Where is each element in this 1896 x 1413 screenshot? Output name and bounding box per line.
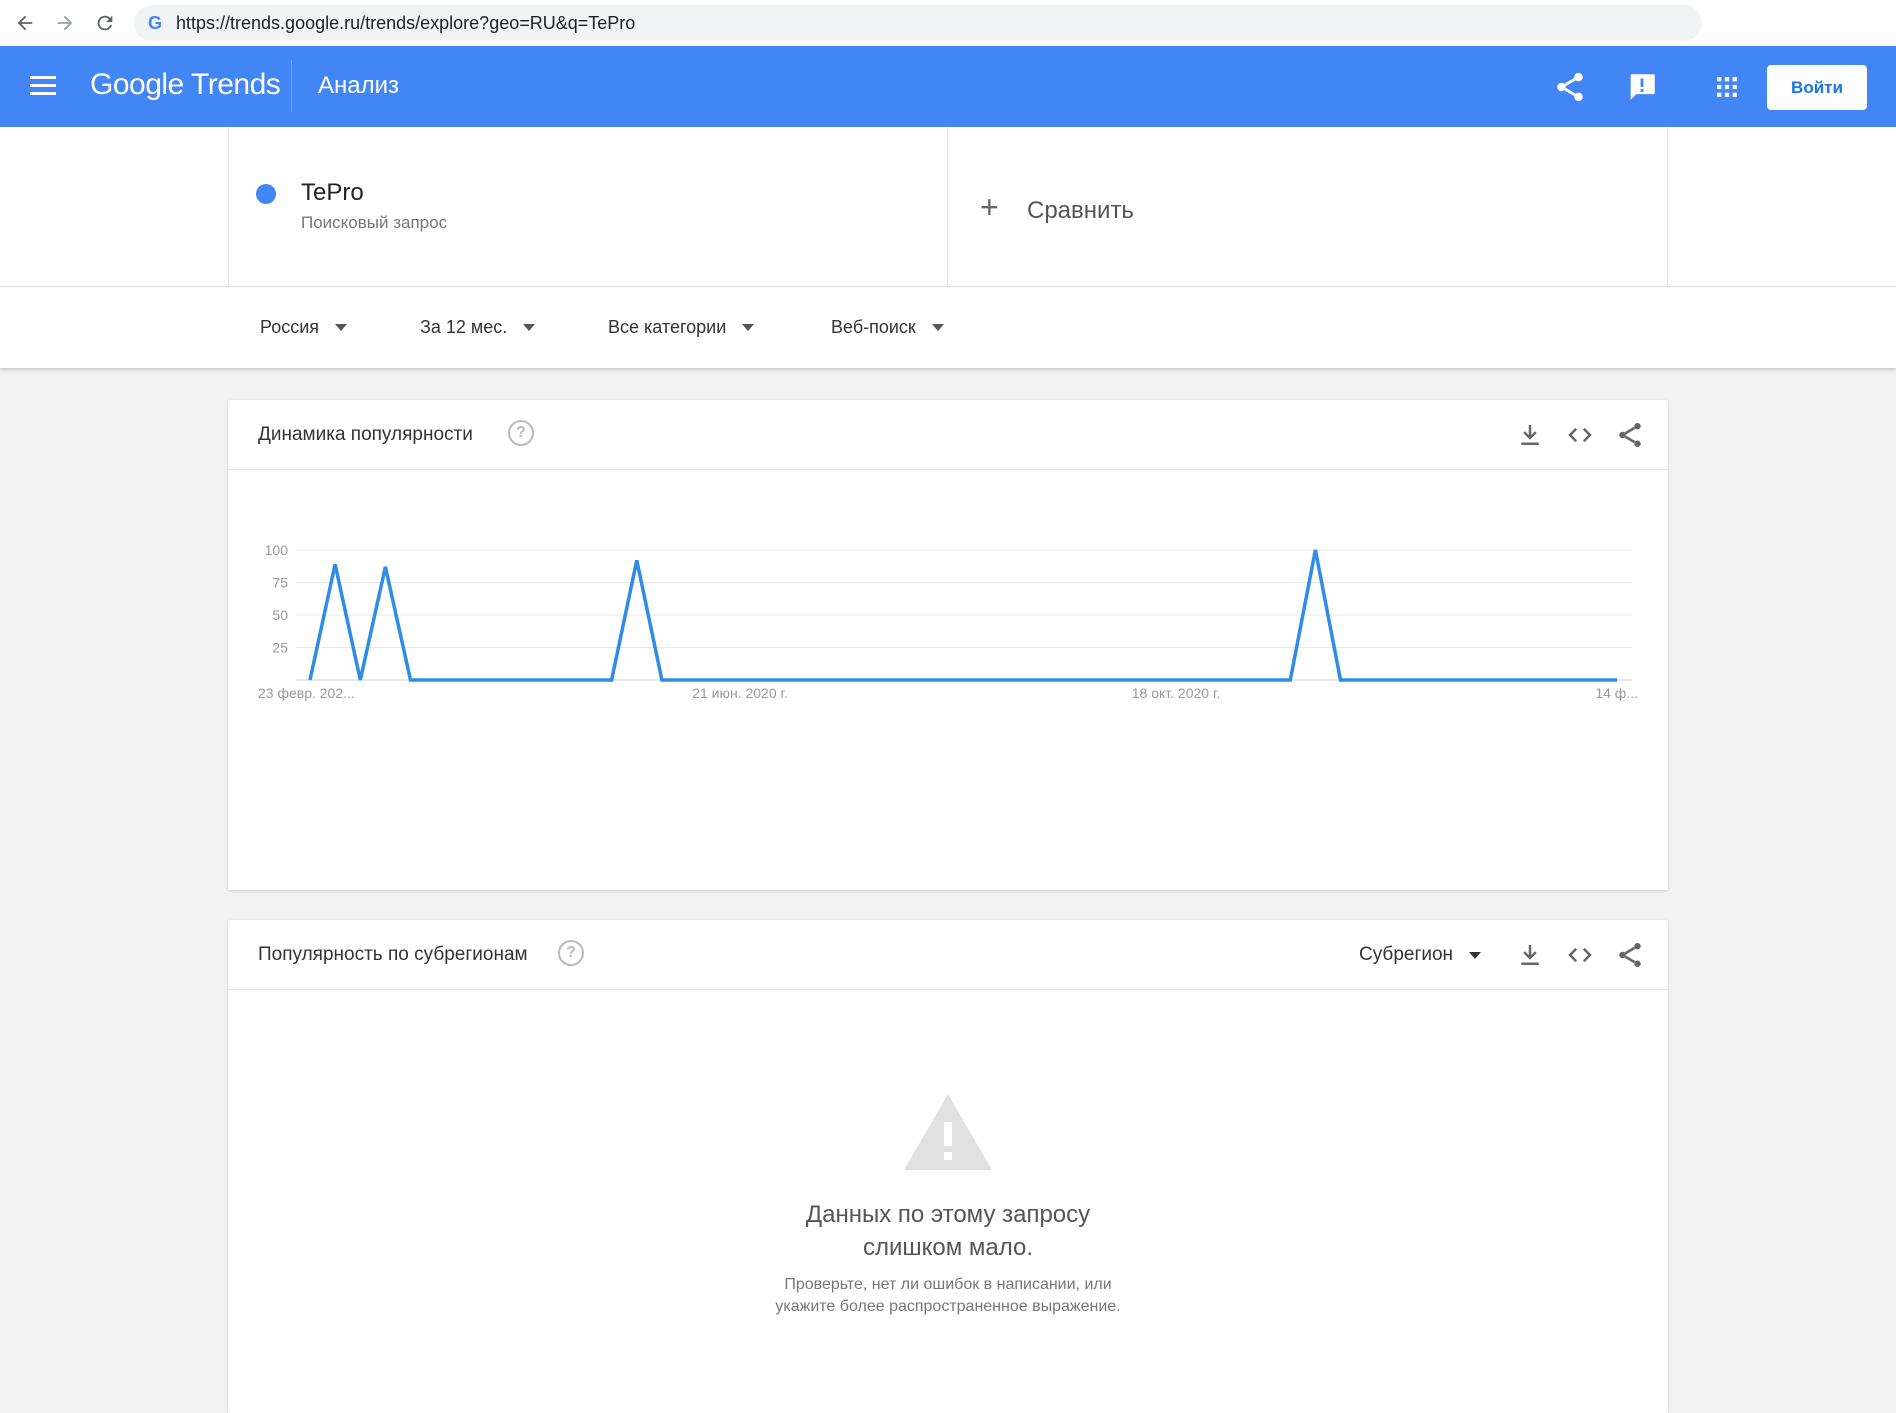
embed-code-icon[interactable] <box>1565 940 1595 970</box>
x-axis-labels: 23 февр. 202... 21 июн. 2020 г. 18 окт. 20… <box>258 685 1638 701</box>
page-title: Анализ <box>318 72 400 99</box>
card-header: Популярность по субрегионам ? Субрегион <box>228 920 1668 990</box>
chart-grid <box>296 549 1632 681</box>
search-term-row: TePro Поисковый запрос + Сравнить <box>0 127 1896 287</box>
term-name[interactable]: TePro <box>301 179 364 207</box>
card-title: Популярность по субрегионам <box>258 944 528 965</box>
browser-toolbar: G https://trends.google.ru/trends/explor… <box>0 0 1896 46</box>
forward-icon[interactable] <box>50 8 80 38</box>
period-filter[interactable]: За 12 мес. <box>420 317 536 338</box>
y-axis-labels: 25 50 75 100 <box>265 542 289 656</box>
card-title: Динамика популярности <box>258 424 473 445</box>
chevron-down-icon <box>1469 951 1482 959</box>
term-type: Поисковый запрос <box>301 213 448 232</box>
term-color-dot <box>256 184 276 204</box>
y-tick-label: 25 <box>272 640 288 656</box>
x-tick-label: 21 июн. 2020 г. <box>692 685 788 701</box>
share-icon[interactable] <box>1553 70 1587 104</box>
empty-state-title-line: Данных по этому запросу <box>805 1201 1091 1228</box>
subregion-select[interactable]: Субрегион <box>1359 944 1482 966</box>
region-filter-label: Россия <box>260 317 320 337</box>
help-icon[interactable]: ? <box>558 940 584 966</box>
x-tick-label: 18 окт. 2020 г. <box>1132 685 1221 701</box>
subregion-select-label: Субрегион <box>1359 944 1454 965</box>
y-tick-label: 75 <box>272 575 288 591</box>
term-column[interactable] <box>228 127 948 287</box>
category-filter[interactable]: Все категории <box>608 317 755 338</box>
y-tick-label: 100 <box>265 542 289 558</box>
google-favicon-icon: G <box>148 13 163 33</box>
empty-state-title-line: слишком мало. <box>862 1234 1034 1261</box>
empty-state-subtitle-line: укажите более распространенное выражение… <box>775 1298 1121 1315</box>
y-tick-label: 50 <box>272 607 288 623</box>
empty-state-title: Данных по этому запросу слишком мало. <box>228 1198 1668 1264</box>
share-icon[interactable] <box>1615 940 1645 970</box>
hamburger-menu-icon[interactable] <box>28 72 58 102</box>
card-header: Динамика популярности ? <box>228 400 1668 470</box>
chevron-down-icon <box>931 324 944 331</box>
search-type-filter[interactable]: Веб-поиск <box>831 317 944 338</box>
app-header: Google Trends Анализ Войти <box>0 46 1896 127</box>
url-text: https://trends.google.ru/trends/explore?… <box>176 13 636 33</box>
period-filter-label: За 12 мес. <box>420 317 508 337</box>
empty-state-subtitle: Проверьте, нет ли ошибок в написании, ил… <box>228 1274 1668 1318</box>
header-divider <box>291 60 292 112</box>
category-filter-label: Все категории <box>608 317 727 337</box>
address-bar[interactable]: G https://trends.google.ru/trends/explor… <box>134 5 1702 41</box>
share-icon[interactable] <box>1615 420 1645 450</box>
chevron-down-icon <box>523 324 536 331</box>
filter-bar: Россия За 12 мес. Все категории Веб-поис… <box>0 287 1896 368</box>
reload-icon[interactable] <box>90 8 120 38</box>
google-trends-logo[interactable]: Google Trends <box>90 68 281 102</box>
back-icon[interactable] <box>10 8 40 38</box>
interest-over-time-card: Динамика популярности ? 25 50 75 100 23 фев… <box>228 400 1668 890</box>
embed-code-icon[interactable] <box>1565 420 1595 450</box>
download-icon[interactable] <box>1515 420 1545 450</box>
feedback-icon[interactable] <box>1625 70 1659 104</box>
warning-icon <box>904 1094 992 1170</box>
empty-state-subtitle-line: Проверьте, нет ли ошибок в написании, ил… <box>784 1276 1112 1293</box>
chevron-down-icon <box>742 324 755 331</box>
region-filter[interactable]: Россия <box>260 317 348 338</box>
plus-icon[interactable]: + <box>980 191 999 223</box>
sign-in-button[interactable]: Войти <box>1767 65 1867 110</box>
apps-grid-icon[interactable] <box>1710 70 1744 104</box>
download-icon[interactable] <box>1515 940 1545 970</box>
search-type-filter-label: Веб-поиск <box>831 317 916 337</box>
interest-over-time-chart[interactable]: 25 50 75 100 23 февр. 202... 21 июн. 2020 г.… <box>228 470 1668 880</box>
chevron-down-icon <box>335 324 348 331</box>
x-tick-label: 23 февр. 202... <box>258 685 355 701</box>
x-tick-label: 14 ф... <box>1595 685 1638 701</box>
help-icon[interactable]: ? <box>508 420 534 446</box>
compare-button[interactable]: Сравнить <box>1027 197 1134 225</box>
interest-by-subregion-card: Популярность по субрегионам ? Субрегион … <box>228 920 1668 1413</box>
